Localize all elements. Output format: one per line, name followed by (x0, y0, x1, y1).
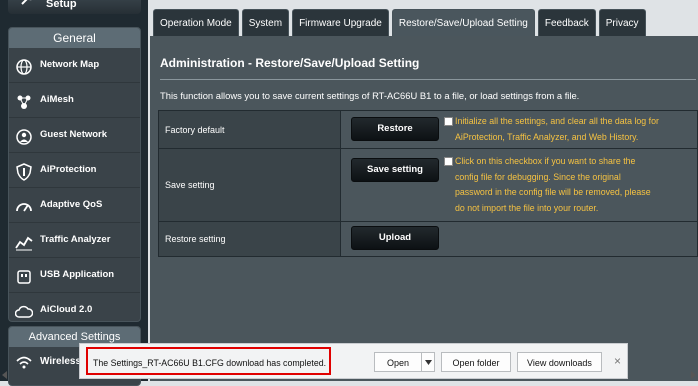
sidebar-item-label: Traffic Analyzer (40, 234, 111, 245)
close-icon[interactable]: × (614, 355, 621, 367)
general-title: General (9, 28, 140, 48)
row-value: Save setting Click on this checkbox if y… (340, 148, 698, 222)
table-row: Factory default Restore Initialize all t… (158, 110, 698, 149)
sidebar-item-usb-application[interactable]: USB Application (9, 258, 140, 293)
share-config-checkbox[interactable] (444, 157, 453, 166)
upload-button[interactable]: Upload (351, 226, 439, 250)
row-label: Factory default (158, 110, 341, 149)
row-value: Upload (340, 221, 698, 257)
table-row: Save setting Save setting Click on this … (158, 148, 698, 222)
page-description: This function allows you to save current… (160, 90, 580, 101)
initialize-checkbox[interactable] (444, 117, 453, 126)
row-label: Save setting (158, 148, 341, 222)
shield-icon (15, 162, 33, 181)
sidebar-item-guest-network[interactable]: Guest Network (9, 118, 140, 153)
view-downloads-button[interactable]: View downloads (517, 352, 602, 372)
sidebar-item-label: USB Application (40, 269, 115, 280)
sidebar-item-adaptive-qos[interactable]: Adaptive QoS (9, 188, 140, 223)
setup-button[interactable]: Setup (8, 0, 141, 14)
wifi-icon (15, 353, 33, 371)
save-setting-note: Click on this checkbox if you want to sh… (455, 156, 651, 213)
sidebar: Setup General Network Map AiMesh Guest N… (0, 0, 148, 386)
sidebar-item-label: AiProtection (40, 164, 97, 175)
usb-icon (15, 267, 33, 285)
tab-operation-mode[interactable]: Operation Mode (153, 9, 239, 36)
tab-bar: Operation Mode System Firmware Upgrade R… (153, 9, 649, 36)
sidebar-item-label: Guest Network (40, 129, 108, 140)
content-panel: Administration - Restore/Save/Upload Set… (150, 36, 698, 381)
cloud-icon (14, 302, 34, 320)
globe-icon (15, 57, 33, 75)
sidebar-item-network-map[interactable]: Network Map (9, 48, 140, 83)
scroll-left-arrow[interactable] (2, 371, 7, 379)
title-divider (160, 79, 696, 80)
wrench-icon (20, 0, 36, 9)
sidebar-item-label: Adaptive QoS (40, 199, 103, 210)
general-menu: General Network Map AiMesh Guest Network… (8, 27, 141, 322)
sidebar-item-aiprotection[interactable]: AiProtection (9, 153, 140, 188)
save-setting-button[interactable]: Save setting (351, 158, 439, 182)
sidebar-item-label: Wireless (40, 356, 82, 367)
row-value: Restore Initialize all the settings, and… (340, 110, 698, 149)
sidebar-item-traffic-analyzer[interactable]: Traffic Analyzer (9, 223, 140, 258)
sidebar-item-label: AiMesh (40, 94, 74, 105)
chart-icon (15, 232, 33, 251)
restore-button[interactable]: Restore (351, 117, 439, 141)
open-dropdown-button[interactable] (421, 352, 435, 372)
gauge-icon (15, 197, 33, 215)
download-message: The Settings_RT-AC66U B1.CFG download ha… (86, 347, 331, 375)
chevron-down-icon (424, 357, 432, 367)
aimesh-icon (15, 92, 33, 110)
download-notification-bar: The Settings_RT-AC66U B1.CFG download ha… (79, 343, 628, 379)
tab-privacy[interactable]: Privacy (598, 9, 646, 36)
factory-default-note: Initialize all the settings, and clear a… (455, 116, 659, 142)
sidebar-item-label: AiCloud 2.0 (40, 304, 93, 315)
scroll-right-arrow[interactable] (691, 371, 696, 379)
setup-label: Setup (46, 0, 77, 10)
sidebar-item-aicloud[interactable]: AiCloud 2.0 (9, 293, 140, 327)
open-folder-button[interactable]: Open folder (441, 352, 511, 372)
guest-network-icon (15, 127, 33, 145)
tab-restore-save-upload[interactable]: Restore/Save/Upload Setting (391, 9, 535, 36)
page-title: Administration - Restore/Save/Upload Set… (160, 56, 420, 70)
table-row: Restore setting Upload (158, 221, 698, 257)
row-label: Restore setting (158, 221, 341, 257)
tab-feedback[interactable]: Feedback (537, 9, 596, 36)
settings-table: Factory default Restore Initialize all t… (158, 110, 698, 257)
tab-system[interactable]: System (241, 9, 290, 36)
open-button[interactable]: Open (374, 352, 422, 372)
sidebar-item-aimesh[interactable]: AiMesh (9, 83, 140, 118)
tab-firmware-upgrade[interactable]: Firmware Upgrade (292, 9, 389, 36)
sidebar-item-label: Network Map (40, 59, 100, 70)
